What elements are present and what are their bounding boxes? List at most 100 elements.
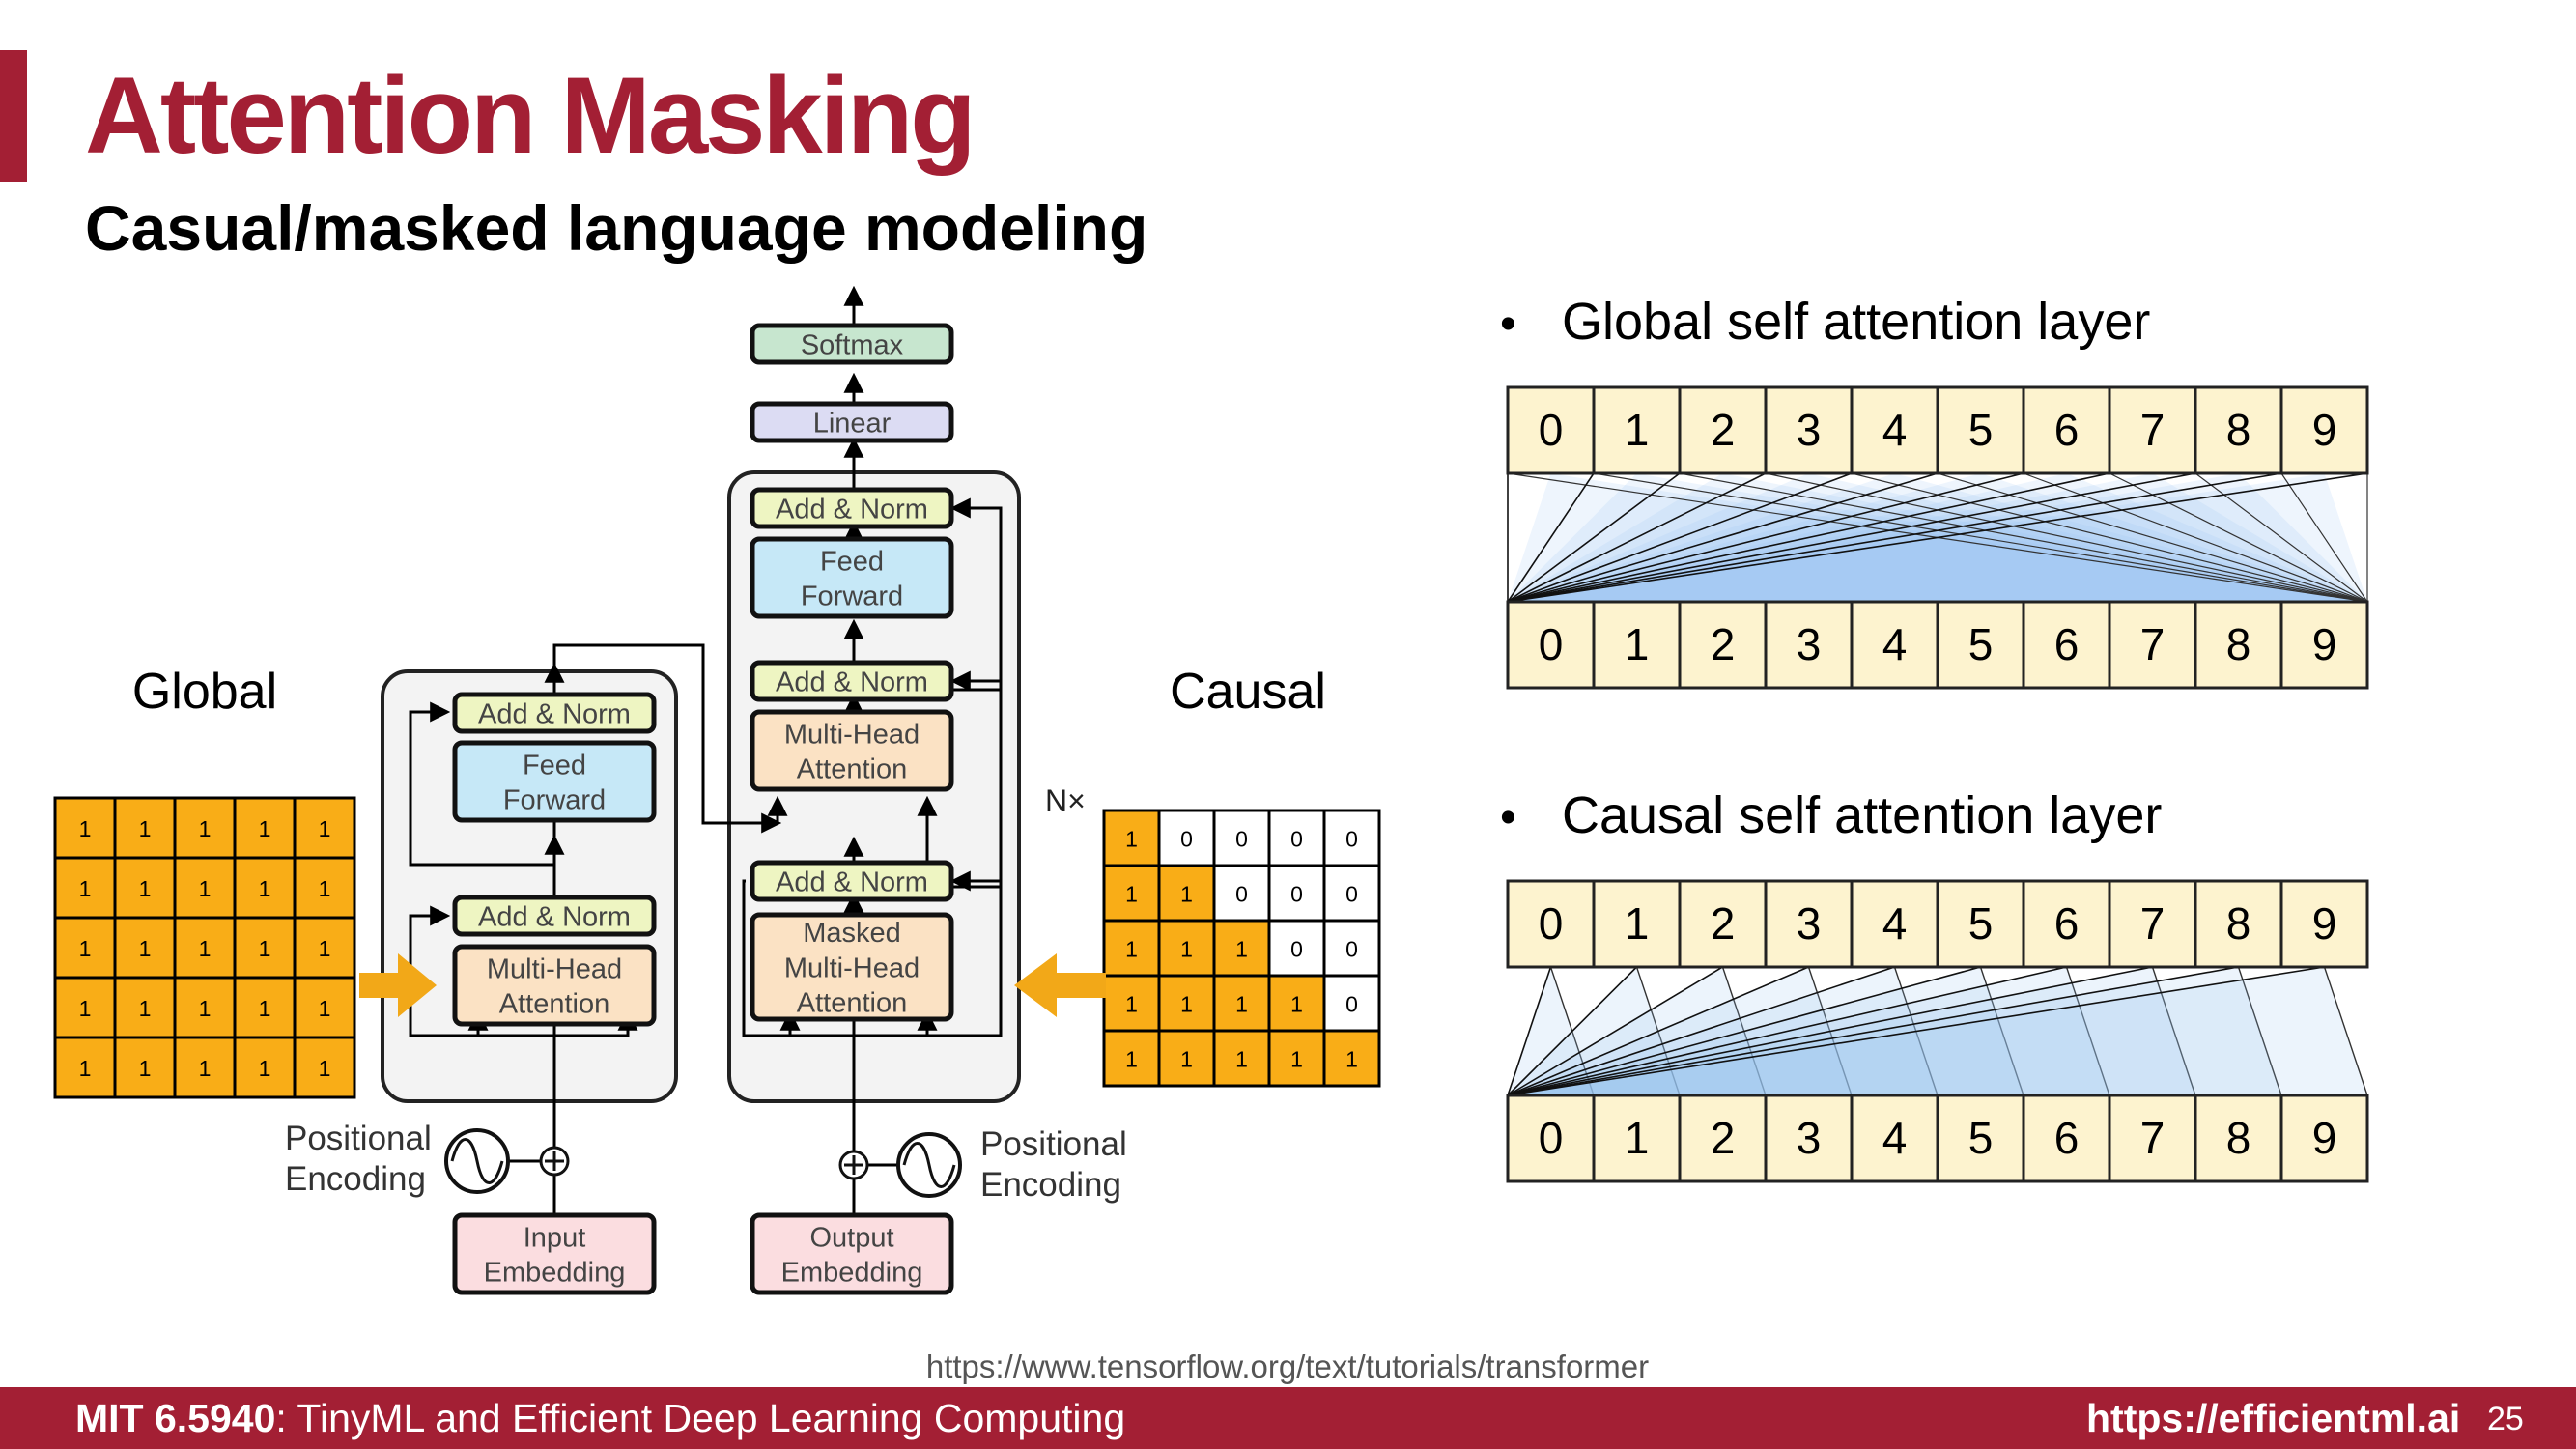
encoder-feed-forward-label: Feed <box>523 750 586 781</box>
decoder-feed-forward-label: Feed <box>820 546 884 577</box>
decoder-add-norm-middle-label: Add & Norm <box>776 667 928 697</box>
global-mask-matrix-value: 1 <box>199 936 212 961</box>
causal-mask-matrix-value: 1 <box>1125 1047 1138 1072</box>
global-attention-query-row-token: 7 <box>2140 405 2166 455</box>
global-mask-matrix-value: 1 <box>319 816 331 841</box>
decoder-output-embedding: Output Embedding <box>750 1212 954 1295</box>
decoder-nx-label: N× <box>1045 783 1086 818</box>
encoder-multi-head-attention: Multi-Head Attention <box>452 944 657 1027</box>
causal-attention-key-row-token: 9 <box>2312 1113 2337 1163</box>
decoder-positional-label-2: Encoding <box>980 1166 1121 1204</box>
causal-mask-matrix-value: 0 <box>1345 937 1358 962</box>
global-attention-query-row-token: 5 <box>1968 405 1994 455</box>
encoder-add-norm-bottom: Add & Norm <box>452 895 657 937</box>
global-mask-matrix-value: 1 <box>199 816 212 841</box>
global-mask-matrix-value: 1 <box>259 996 271 1021</box>
global-mask-matrix-value: 1 <box>199 876 212 901</box>
decoder-linear: Linear <box>750 401 954 443</box>
encoder-add-norm-top: Add & Norm <box>452 692 657 734</box>
causal-attention-query-row-token: 5 <box>1968 898 1994 949</box>
causal-mask-matrix-value: 1 <box>1125 937 1138 962</box>
global-attention-query-row-token: 2 <box>1711 405 1736 455</box>
encoder-positional-wave-icon <box>444 1128 510 1194</box>
causal-attention-query-row-token: 0 <box>1539 898 1564 949</box>
decoder-multi-head-attention-label: Multi-Head <box>784 719 920 750</box>
causal-attention-key-row-token: 4 <box>1882 1113 1908 1163</box>
causal-attention-query-row-token: 4 <box>1882 898 1908 949</box>
encoder-add-norm-top-label: Add & Norm <box>478 698 631 729</box>
global-mask-matrix-value: 1 <box>259 876 271 901</box>
footer-url-link[interactable]: https://efficientml.ai <box>2086 1396 2460 1440</box>
global-attention-key-row-token: 5 <box>1968 619 1994 669</box>
footer-bar: MIT 6.5940: TinyML and Efficient Deep Le… <box>0 1387 2576 1449</box>
decoder-add-plus-icon <box>838 1150 869 1180</box>
causal-mask-matrix-value: 1 <box>1180 1047 1193 1072</box>
decoder-softmax: Softmax <box>750 323 954 365</box>
global-mask-matrix-value: 1 <box>139 876 152 901</box>
causal-mask-matrix-value: 1 <box>1345 1047 1358 1072</box>
global-attention-query-row-token: 9 <box>2312 405 2337 455</box>
global-mask-matrix-value: 1 <box>199 1056 212 1081</box>
causal-attention-key-row-token: 3 <box>1797 1113 1822 1163</box>
causal-mask-matrix-value: 1 <box>1235 937 1248 962</box>
global-attention-query-row-token: 1 <box>1625 405 1650 455</box>
causal-attention-key-row-token: 6 <box>2054 1113 2080 1163</box>
decoder-feed-forward-label: Forward <box>801 582 903 612</box>
global-mask-matrix-value: 1 <box>79 996 92 1021</box>
decoder-add-norm-top-label: Add & Norm <box>776 494 928 525</box>
causal-attention-key-row: 0 1 2 3 4 5 6 7 8 9 <box>1506 1094 2369 1183</box>
causal-attention-query-row-token: 1 <box>1625 898 1650 949</box>
decoder-masked-attention-label: Attention <box>797 988 907 1019</box>
causal-mask-matrix-value: 0 <box>1235 882 1248 907</box>
source-link[interactable]: https://www.tensorflow.org/text/tutorial… <box>926 1349 1649 1384</box>
encoder-feed-forward: Feed Forward <box>452 740 657 823</box>
global-mask-matrix: 1 1 1 1 1 1 1 1 1 1 1 1 1 1 1 1 1 1 1 1 1 1 1 1 1 <box>53 796 356 1099</box>
global-attention-query-row-token: 6 <box>2054 405 2080 455</box>
causal-mask-matrix-value: 1 <box>1180 882 1193 907</box>
causal-mask-matrix-value: 0 <box>1345 827 1358 852</box>
global-attention-query-row-token: 4 <box>1882 405 1908 455</box>
footer-course: MIT 6.5940: TinyML and Efficient Deep Le… <box>75 1396 1125 1440</box>
global-attention-key-row: 0 1 2 3 4 5 6 7 8 9 <box>1506 600 2369 690</box>
footer-course-code: MIT 6.5940 <box>75 1396 276 1440</box>
global-attention-key-row-token: 1 <box>1625 619 1650 669</box>
decoder-masked-attention: MaskedMulti-Head Attention <box>750 912 954 1022</box>
causal-attention-key-row-token: 0 <box>1539 1113 1564 1163</box>
encoder-positional-label-2: Encoding <box>285 1160 426 1198</box>
diagram-canvas: Add & Norm Feed Forward Add & Norm Multi-Hea… <box>53 285 2369 1384</box>
decoder-add-norm-bottom: Add & Norm <box>750 860 954 902</box>
global-attention-key-row-token: 6 <box>2054 619 2080 669</box>
causal-mask-matrix-value: 1 <box>1235 992 1248 1017</box>
causal-attention-key-row-token: 2 <box>1711 1113 1736 1163</box>
global-attention-bullet: • <box>1500 298 1516 350</box>
global-attention-query-row-token: 3 <box>1797 405 1822 455</box>
causal-attention-query-row-token: 7 <box>2140 898 2166 949</box>
encoder-add-plus-icon <box>539 1146 570 1177</box>
encoder-add-norm-bottom-label: Add & Norm <box>478 901 631 932</box>
causal-attention-query-row: 0 1 2 3 4 5 6 7 8 9 <box>1506 879 2369 969</box>
decoder-add-norm-top: Add & Norm <box>750 487 954 529</box>
causal-attention-connections <box>1507 966 2368 1096</box>
global-mask-matrix-value: 1 <box>259 1056 271 1081</box>
decoder-add-norm-bottom-label: Add & Norm <box>776 867 928 897</box>
global-mask-label: Global <box>132 664 277 720</box>
decoder-masked-attention-label: Multi-Head <box>784 952 920 983</box>
decoder-multi-head-attention-label: Attention <box>797 754 907 785</box>
global-mask-matrix-value: 1 <box>319 876 331 901</box>
causal-mask-matrix-value: 1 <box>1180 992 1193 1017</box>
encoder-input-embedding: Input Embedding <box>452 1212 657 1295</box>
causal-attention-query-row-token: 3 <box>1797 898 1822 949</box>
global-attention-key-row-token: 0 <box>1539 619 1564 669</box>
global-attention-query-row: 0 1 2 3 4 5 6 7 8 9 <box>1506 385 2369 475</box>
global-mask-matrix-value: 1 <box>319 1056 331 1081</box>
global-attention-title: Global self attention layer <box>1562 293 2150 351</box>
global-mask-matrix-value: 1 <box>139 936 152 961</box>
global-attention-query-row-token: 0 <box>1539 405 1564 455</box>
global-attention-query-row-token: 8 <box>2226 405 2251 455</box>
decoder-linear-label: Linear <box>813 408 892 439</box>
global-attention-key-row-token: 2 <box>1711 619 1736 669</box>
causal-mask-matrix-value: 0 <box>1290 827 1303 852</box>
causal-attention-key-row-token: 1 <box>1625 1113 1650 1163</box>
decoder-positional-wave-icon <box>896 1132 962 1198</box>
causal-attention-query-row-token: 9 <box>2312 898 2337 949</box>
